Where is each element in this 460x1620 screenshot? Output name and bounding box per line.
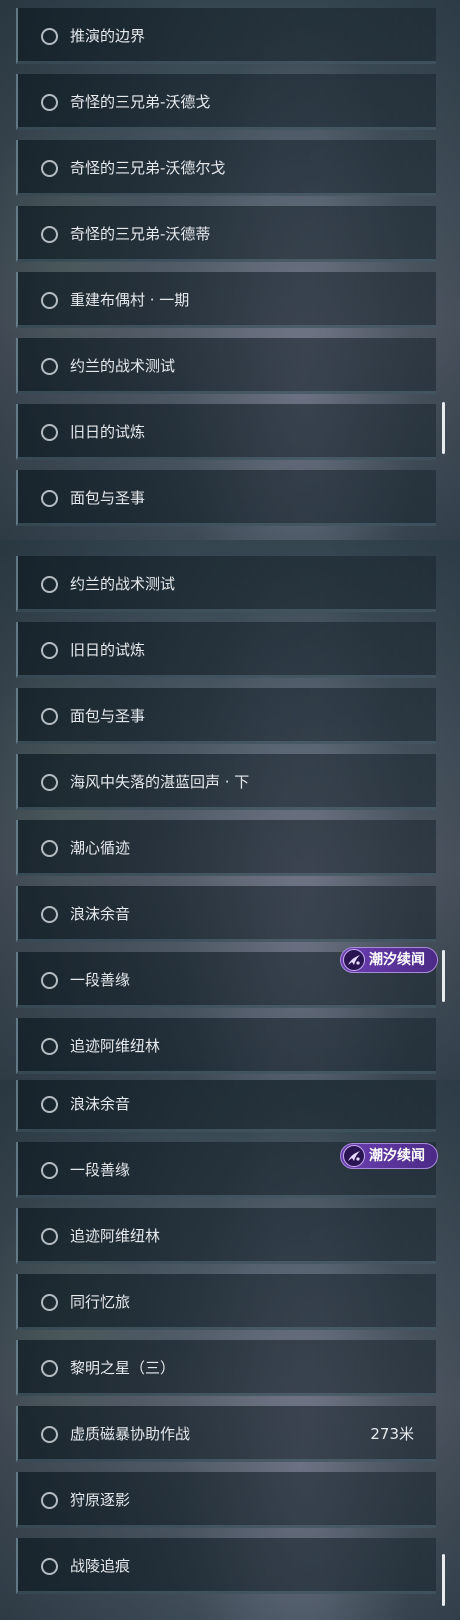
quest-title: 旧日的试炼 <box>70 423 146 441</box>
quest-item[interactable]: 潮心循迹 <box>16 820 436 876</box>
quest-title: 狩原逐影 <box>70 1491 131 1509</box>
radio-circle-icon <box>41 1228 58 1245</box>
quest-item[interactable]: 黎明之星（三） <box>16 1340 436 1396</box>
quest-item[interactable]: 推演的边界 <box>16 8 436 64</box>
radio-circle-icon <box>41 774 58 791</box>
radio-circle-icon <box>41 160 58 177</box>
radio-circle-icon <box>41 94 58 111</box>
radio-circle-icon <box>41 972 58 989</box>
tidal-tale-icon <box>343 1145 365 1167</box>
scrollbar-thumb[interactable] <box>442 950 445 1002</box>
quest-distance: 273米 <box>370 1425 414 1443</box>
radio-circle-icon <box>41 576 58 593</box>
quest-item[interactable]: 海风中失落的湛蓝回声 · 下 <box>16 754 436 810</box>
radio-circle-icon <box>41 1426 58 1443</box>
quest-item[interactable]: 约兰的战术测试 <box>16 338 436 394</box>
quest-title: 约兰的战术测试 <box>70 575 176 593</box>
quest-title: 旧日的试炼 <box>70 641 146 659</box>
radio-circle-icon <box>41 1294 58 1311</box>
quest-title: 面包与圣事 <box>70 707 146 725</box>
quest-title: 一段善缘 <box>70 1161 131 1179</box>
quest-title: 约兰的战术测试 <box>70 357 176 375</box>
quest-title: 奇怪的三兄弟-沃德尔戈 <box>70 159 226 177</box>
radio-circle-icon <box>41 226 58 243</box>
radio-circle-icon <box>41 424 58 441</box>
quest-title: 推演的边界 <box>70 27 146 45</box>
quest-list-panel: 约兰的战术测试 旧日的试炼 面包与圣事 海风中失落的湛蓝回声 · 下 潮心循迹 … <box>0 540 460 1080</box>
quest-item[interactable]: 奇怪的三兄弟-沃德尔戈 <box>16 140 436 196</box>
quest-item[interactable]: 浪沫余音 <box>16 886 436 942</box>
radio-circle-icon <box>41 292 58 309</box>
radio-circle-icon <box>41 906 58 923</box>
tidal-tale-icon <box>343 949 365 971</box>
quest-list-panel: 浪沫余音 一段善缘 追迹阿维纽林 同行忆旅 黎明之星（三） 虚质磁暴协助作战 2… <box>0 1080 460 1620</box>
tidal-tale-badge: 潮汐续闻 <box>340 947 438 973</box>
radio-circle-icon <box>41 1558 58 1575</box>
quest-item[interactable]: 重建布偶村 · 一期 <box>16 272 436 328</box>
quest-title: 追迹阿维纽林 <box>70 1037 161 1055</box>
quest-title: 浪沫余音 <box>70 905 131 923</box>
quest-item[interactable]: 面包与圣事 <box>16 688 436 744</box>
radio-circle-icon <box>41 840 58 857</box>
radio-circle-icon <box>41 1096 58 1113</box>
quest-item[interactable]: 浪沫余音 <box>16 1080 436 1132</box>
quest-title: 一段善缘 <box>70 971 131 989</box>
scrollbar-thumb[interactable] <box>442 1554 445 1606</box>
quest-item[interactable]: 追迹阿维纽林 <box>16 1018 436 1074</box>
quest-item[interactable]: 狩原逐影 <box>16 1472 436 1528</box>
quest-title: 浪沫余音 <box>70 1095 131 1113</box>
radio-circle-icon <box>41 1162 58 1179</box>
quest-item[interactable]: 战陵追痕 <box>16 1538 436 1594</box>
quest-title: 重建布偶村 · 一期 <box>70 291 190 309</box>
quest-item[interactable]: 约兰的战术测试 <box>16 556 436 612</box>
quest-title: 潮心循迹 <box>70 839 131 857</box>
tidal-tale-badge: 潮汐续闻 <box>340 1143 438 1169</box>
radio-circle-icon <box>41 708 58 725</box>
quest-item[interactable]: 虚质磁暴协助作战 273米 <box>16 1406 436 1462</box>
quest-title: 奇怪的三兄弟-沃德蒂 <box>70 225 211 243</box>
badge-label: 潮汐续闻 <box>369 952 425 968</box>
quest-title: 虚质磁暴协助作战 <box>70 1425 191 1443</box>
badge-label: 潮汐续闻 <box>369 1148 425 1164</box>
radio-circle-icon <box>41 490 58 507</box>
quest-item[interactable]: 奇怪的三兄弟-沃德戈 <box>16 74 436 130</box>
scrollbar-thumb[interactable] <box>442 402 445 454</box>
quest-item[interactable]: 追迹阿维纽林 <box>16 1208 436 1264</box>
quest-title: 追迹阿维纽林 <box>70 1227 161 1245</box>
quest-title: 同行忆旅 <box>70 1293 131 1311</box>
quest-item[interactable]: 旧日的试炼 <box>16 404 436 460</box>
quest-item[interactable]: 面包与圣事 <box>16 470 436 526</box>
quest-title: 战陵追痕 <box>70 1557 131 1575</box>
radio-circle-icon <box>41 1360 58 1377</box>
quest-title: 面包与圣事 <box>70 489 146 507</box>
radio-circle-icon <box>41 28 58 45</box>
quest-title: 奇怪的三兄弟-沃德戈 <box>70 93 211 111</box>
radio-circle-icon <box>41 358 58 375</box>
quest-item[interactable]: 奇怪的三兄弟-沃德蒂 <box>16 206 436 262</box>
quest-item[interactable]: 旧日的试炼 <box>16 622 436 678</box>
quest-title: 黎明之星（三） <box>70 1359 176 1377</box>
quest-list-panel: 推演的边界 奇怪的三兄弟-沃德戈 奇怪的三兄弟-沃德尔戈 奇怪的三兄弟-沃德蒂 … <box>0 0 460 540</box>
radio-circle-icon <box>41 1038 58 1055</box>
radio-circle-icon <box>41 1492 58 1509</box>
quest-item[interactable]: 同行忆旅 <box>16 1274 436 1330</box>
radio-circle-icon <box>41 642 58 659</box>
quest-title: 海风中失落的湛蓝回声 · 下 <box>70 773 250 791</box>
